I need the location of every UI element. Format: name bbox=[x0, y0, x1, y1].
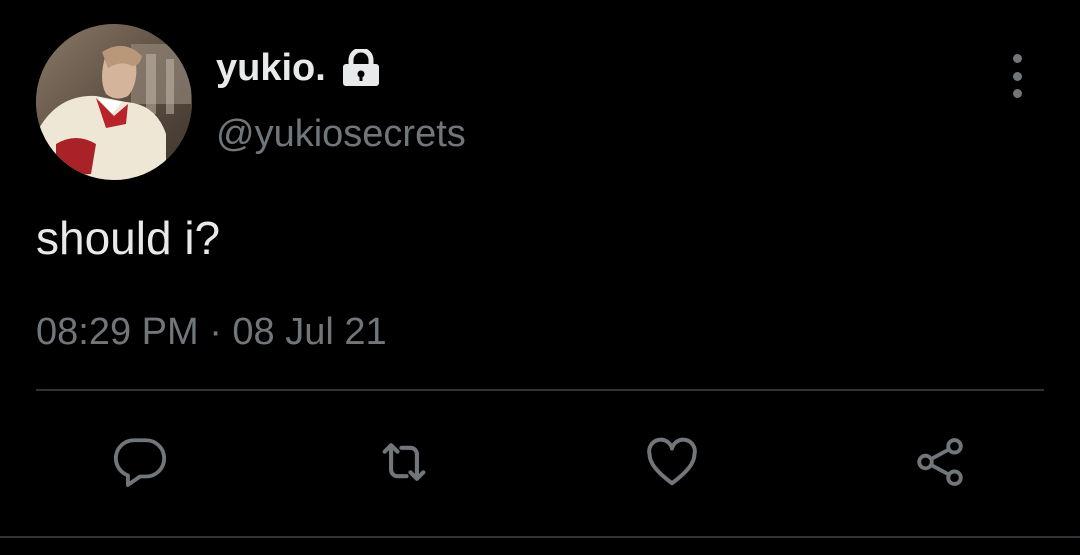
more-dot-icon bbox=[1012, 71, 1022, 81]
tweet-timestamp[interactable]: 08:29 PM · 08 Jul 21 bbox=[36, 308, 387, 356]
tweet-detail: yukio. @yukiosecrets should i? 08:29 PM … bbox=[0, 0, 1080, 555]
avatar[interactable] bbox=[36, 24, 192, 180]
lock-icon bbox=[342, 49, 379, 86]
reply-icon bbox=[113, 438, 167, 487]
share-button[interactable] bbox=[908, 430, 972, 494]
bottom-divider bbox=[0, 536, 1080, 538]
avatar-image bbox=[36, 24, 192, 180]
more-dot-icon bbox=[1012, 54, 1022, 63]
author-name-row: yukio. bbox=[216, 46, 382, 90]
tweet-text: should i? bbox=[36, 212, 221, 264]
retweet-button[interactable] bbox=[372, 430, 436, 494]
reply-button[interactable] bbox=[108, 430, 172, 494]
retweet-icon bbox=[382, 443, 426, 481]
share-icon bbox=[917, 438, 963, 486]
author-handle[interactable]: @yukiosecrets bbox=[216, 112, 466, 156]
divider bbox=[36, 389, 1044, 391]
like-button[interactable] bbox=[640, 430, 704, 494]
display-name[interactable]: yukio. bbox=[216, 46, 326, 90]
more-dot-icon bbox=[1012, 89, 1022, 98]
heart-icon bbox=[647, 437, 697, 486]
more-options-button[interactable] bbox=[1000, 54, 1034, 98]
